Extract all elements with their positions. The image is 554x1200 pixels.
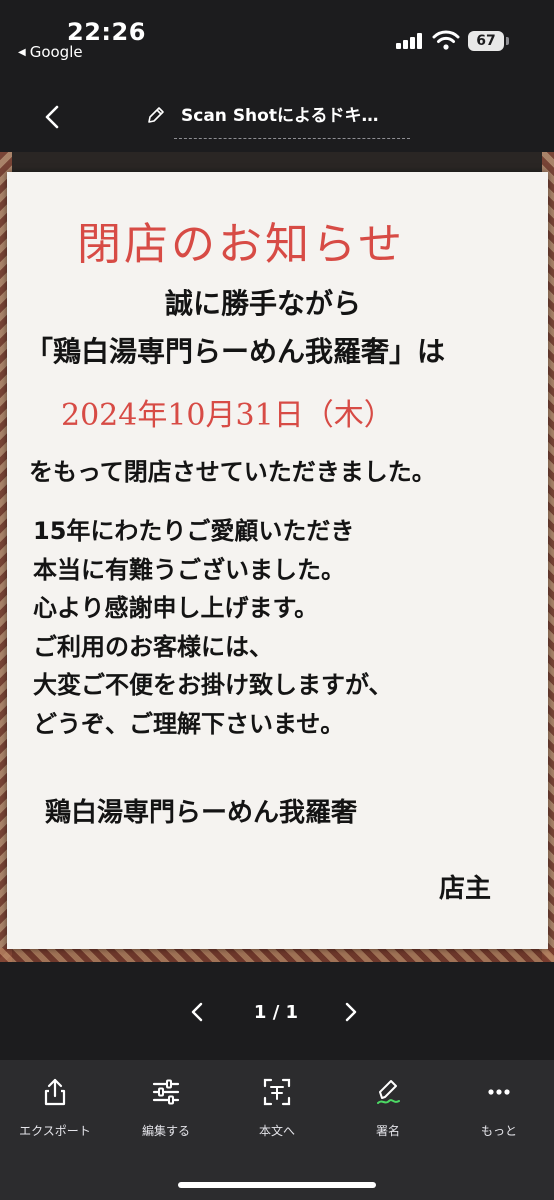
notice-line-3: をもって閉店させていただきました。 [29,458,436,486]
status-bar: 22:26 ◀ Google 67 [0,0,554,68]
background-edge-bottom [0,948,554,962]
more-button[interactable]: もっと [444,1076,554,1146]
back-app-label: Google [29,43,83,61]
notice-date: 2024年10月31日（木） [61,398,394,433]
notice-body-line: 心より感謝申し上げます。 [33,594,319,622]
bottom-toolbar: エクスポート 編集する 本文へ 署名 もっと [0,1060,554,1200]
notice-body-line: どうぞ、ご理解下さいませ。 [33,709,345,738]
page-counter: 1 / 1 [253,1002,299,1023]
notice-title: 閉店のお知らせ [77,219,406,270]
document-preview[interactable]: 閉店のお知らせ 誠に勝手ながら 「鶏白湯専門らーめん我羅奢」は 2024年10月… [0,152,554,962]
scanned-page: 閉店のお知らせ 誠に勝手ながら 「鶏白湯専門らーめん我羅奢」は 2024年10月… [7,172,548,949]
notice-line-2: 「鶏白湯専門らーめん我羅奢」は [25,335,446,368]
battery-tip [506,37,509,45]
more-icon [488,1089,510,1095]
wifi-icon [432,30,460,50]
extract-text-label: 本文へ [258,1124,295,1138]
back-to-app-link[interactable]: ◀ Google [18,43,83,61]
notice-body-line: 本当に有難うございました。 [33,555,345,584]
notice-body-line: ご利用のお客様には、 [33,632,273,661]
export-icon [44,1078,66,1106]
export-label: エクスポート [19,1124,91,1138]
pencil-icon [148,107,164,123]
app-window: 22:26 ◀ Google 67 Scan Shotによるドキ… 閉店のお知ら… [0,0,554,1200]
next-page-icon[interactable] [338,1000,362,1024]
cellular-signal-icon [396,33,424,49]
notice-line-1: 誠に勝手ながら [165,287,362,320]
title-dashed-underline [174,138,410,139]
closing-notice: 閉店のお知らせ 誠に勝手ながら 「鶏白湯専門らーめん我羅奢」は 2024年10月… [7,172,548,949]
page-navigator: 1 / 1 [0,962,554,1060]
status-time: 22:26 [67,18,146,46]
document-title: Scan Shotによるドキ… [181,106,379,126]
notice-body-line: 大変ご不便をお掛け致しますが、 [33,671,393,699]
signature-icon [377,1080,400,1104]
extract-text-button[interactable]: 本文へ [222,1076,332,1146]
export-button[interactable]: エクスポート [0,1076,110,1146]
sign-button[interactable]: 署名 [333,1076,443,1146]
notice-owner: 店主 [439,874,492,904]
previous-page-icon[interactable] [186,1000,210,1024]
home-indicator[interactable] [178,1182,376,1188]
text-scan-icon [263,1078,291,1106]
battery-indicator: 67 [468,31,504,51]
back-chevron-icon[interactable] [38,102,68,132]
more-label: もっと [480,1124,517,1138]
sign-label: 署名 [375,1124,400,1138]
navigation-bar: Scan Shotによるドキ… [0,80,554,152]
notice-body: 15年にわたりご愛顧いただき 本当に有難うございました。 心より感謝申し上げます… [33,512,393,743]
sliders-icon [152,1079,180,1105]
notice-shop-name: 鶏白湯専門らーめん我羅奢 [45,798,358,828]
back-triangle-icon: ◀ [18,46,26,58]
document-title-editor[interactable]: Scan Shotによるドキ… [146,100,416,146]
notice-body-line: 15年にわたりご愛顧いただき [33,517,355,545]
edit-button[interactable]: 編集する [111,1076,221,1146]
edit-label: 編集する [141,1124,190,1138]
